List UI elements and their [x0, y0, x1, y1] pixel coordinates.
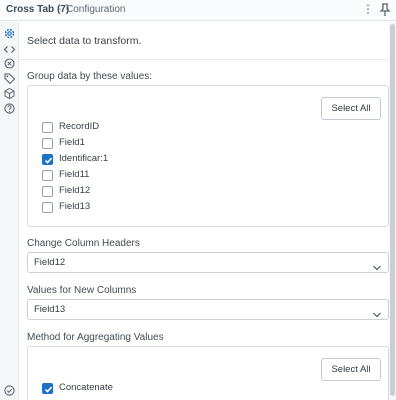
vertical-scrollbar[interactable] — [389, 22, 396, 400]
checkbox-row[interactable]: Field12 — [42, 185, 242, 199]
chevron-down-icon — [372, 306, 382, 318]
checkbox[interactable] — [42, 138, 53, 149]
values-new-columns-select[interactable]: Field13 — [27, 299, 389, 320]
aggregation-label: Method for Aggregating Values — [27, 332, 164, 343]
change-headers-label: Change Column Headers — [27, 238, 140, 249]
values-new-columns-label: Values for New Columns — [27, 285, 137, 296]
intro-section: Select data to transform. — [19, 22, 388, 60]
help-icon[interactable] — [3, 102, 16, 115]
aggregation-select-all-button[interactable]: Select All — [321, 358, 381, 381]
aggregation-panel: Select All Concatenate — [27, 346, 389, 400]
checkbox-row[interactable]: Identificar:1 — [42, 153, 242, 167]
checkbox-label: Field1 — [59, 137, 85, 148]
side-nav — [0, 22, 19, 400]
checkbox-label: Concatenate — [59, 382, 113, 393]
check-icon — [44, 386, 53, 393]
tag-icon[interactable] — [3, 72, 16, 85]
chevron-down-icon — [372, 259, 382, 271]
checkbox[interactable] — [42, 186, 53, 197]
checkbox-row[interactable]: Concatenate — [42, 382, 242, 396]
pin-icon[interactable] — [378, 2, 392, 18]
checkbox-label: Identificar:1 — [59, 153, 109, 164]
cube-icon[interactable] — [3, 87, 16, 100]
group-by-select-all-button[interactable]: Select All — [321, 97, 381, 120]
checkbox-row[interactable]: Field11 — [42, 169, 242, 183]
change-headers-select[interactable]: Field12 — [27, 252, 389, 273]
target-icon[interactable] — [3, 57, 16, 70]
checkbox-row[interactable]: Field13 — [42, 201, 242, 215]
checkbox-label: Field13 — [59, 201, 91, 212]
checkbox[interactable] — [42, 202, 53, 213]
checkbox[interactable] — [42, 170, 53, 181]
change-headers-value: Field12 — [34, 257, 66, 268]
checkbox-checked[interactable] — [42, 154, 53, 165]
gear-icon[interactable] — [3, 27, 16, 40]
group-by-panel: Select All RecordID Field1 Identificar:1 Fi… — [27, 85, 389, 227]
code-icon[interactable] — [3, 43, 16, 56]
checkbox-label: RecordID — [59, 121, 100, 132]
title-separator: - — [58, 4, 62, 15]
checkbox-row[interactable]: RecordID — [42, 121, 242, 135]
title-bar: Cross Tab (7) - Configuration ⋮ — [0, 0, 396, 21]
vertical-ellipsis-icon[interactable]: ⋮ — [362, 2, 374, 18]
checkbox-label: Field12 — [59, 185, 91, 196]
scrollbar-thumb[interactable] — [390, 24, 395, 396]
checkbox[interactable] — [42, 122, 53, 133]
intro-text: Select data to transform. — [27, 35, 142, 47]
check-circle-icon[interactable] — [3, 384, 16, 397]
section-title: Configuration — [66, 4, 126, 15]
group-by-label: Group data by these values: — [27, 71, 153, 82]
checkbox-label: Field11 — [59, 169, 90, 180]
values-new-columns-value: Field13 — [34, 304, 66, 315]
check-icon — [44, 157, 53, 164]
checkbox-checked[interactable] — [42, 383, 53, 394]
checkbox-row[interactable]: Field1 — [42, 137, 242, 151]
